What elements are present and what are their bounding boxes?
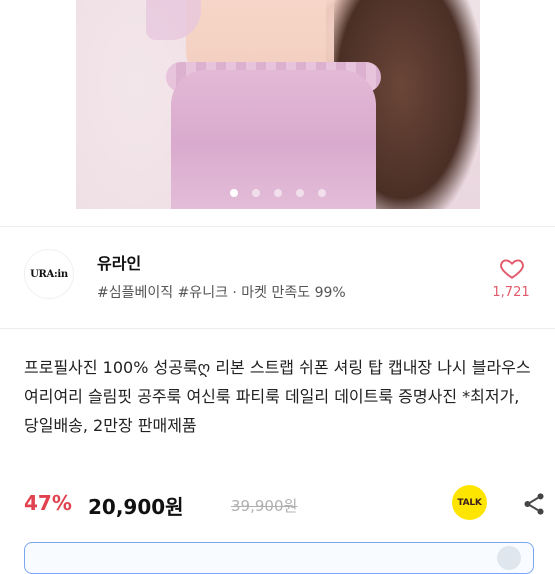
favorite-count: 1,721 [492, 285, 530, 300]
talk-label: TALK [457, 497, 482, 508]
kakao-talk-button[interactable]: TALK [452, 485, 487, 520]
carousel-indicator [76, 189, 480, 197]
product-title: 프로필사진 100% 성공룩ღ 리본 스트랩 쉬폰 셔링 탑 캡내장 나시 블라… [24, 358, 531, 435]
divider [0, 226, 555, 227]
carousel-dot[interactable] [296, 189, 304, 197]
divider [0, 328, 555, 329]
sale-price: 20,900원 [88, 495, 184, 519]
avatar [497, 546, 521, 570]
discount-rate: 47% [24, 491, 72, 515]
seller-logo[interactable]: URA:in [24, 249, 74, 299]
carousel-dot[interactable] [230, 189, 238, 197]
bottom-info-bar[interactable] [24, 542, 534, 574]
seller-name[interactable]: 유라인 [97, 250, 141, 274]
seller-tags: #심플베이직 #유니크 · 마켓 만족도 99% [97, 285, 346, 301]
carousel-dot[interactable] [318, 189, 326, 197]
carousel-dot[interactable] [274, 189, 282, 197]
share-icon[interactable] [521, 491, 547, 517]
heart-icon[interactable] [499, 255, 525, 281]
original-price: 39,900원 [231, 497, 298, 515]
price-row: 47% 20,900원 39,900원 TALK [24, 485, 544, 521]
carousel-dot[interactable] [252, 189, 260, 197]
seller-section[interactable]: URA:in 유라인 #심플베이직 #유니크 · 마켓 만족도 99% 1,72… [0, 232, 555, 310]
product-image[interactable] [76, 0, 480, 209]
